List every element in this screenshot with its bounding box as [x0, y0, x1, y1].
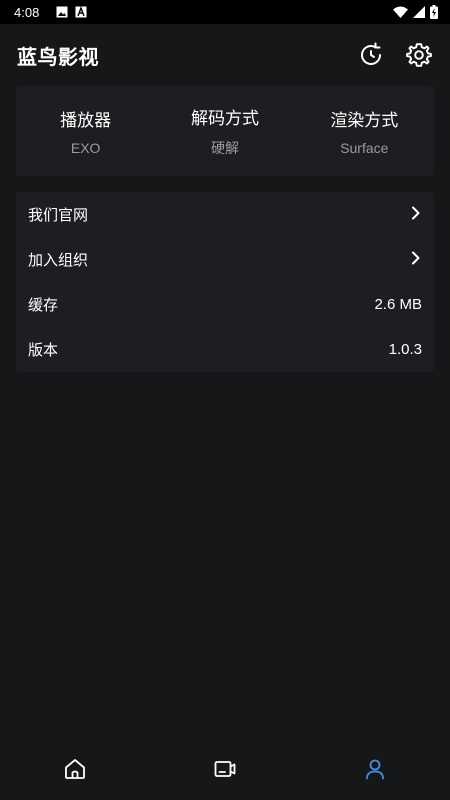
menu-item-label: 我们官网 — [28, 206, 89, 224]
app-title: 蓝鸟影视 — [17, 44, 99, 69]
status-bar: 4:08 — [0, 0, 450, 24]
nav-profile[interactable] — [300, 742, 450, 800]
stat-player-value: EXO — [70, 140, 101, 156]
stat-render[interactable]: 渲染方式 Surface — [295, 86, 434, 176]
stat-decode-label: 解码方式 — [190, 109, 259, 129]
app-header: 蓝鸟影视 — [0, 24, 450, 86]
player-settings-card: 播放器 EXO 解码方式 硬解 渲染方式 Surface — [16, 86, 434, 176]
chevron-right-icon — [410, 205, 422, 224]
gear-icon[interactable] — [405, 41, 433, 69]
status-time: 4:08 — [14, 4, 40, 20]
cache-size-value: 2.6 MB — [374, 296, 422, 313]
nav-home[interactable] — [0, 742, 150, 800]
user-icon — [363, 757, 387, 785]
nav-tv[interactable] — [150, 742, 300, 800]
version-value: 1.0.3 — [388, 341, 422, 358]
menu-item-label: 版本 — [28, 341, 59, 359]
stat-player-label: 播放器 — [60, 111, 112, 131]
menu-item-label: 缓存 — [28, 296, 59, 314]
tv-icon — [213, 757, 237, 785]
menu-item-cache[interactable]: 缓存 2.6 MB — [16, 282, 434, 327]
stat-player[interactable]: 播放器 EXO — [16, 86, 155, 176]
chevron-right-icon — [410, 250, 422, 269]
signal-icon — [413, 6, 425, 18]
image-icon — [56, 6, 68, 18]
wifi-icon — [393, 6, 408, 18]
settings-menu: 我们官网 加入组织 缓存 2.6 MB 版本 1.0.3 — [16, 192, 434, 372]
menu-item-join-group[interactable]: 加入组织 — [16, 237, 434, 282]
bottom-nav — [0, 742, 450, 800]
stat-render-label: 渲染方式 — [330, 111, 399, 131]
stat-decode[interactable]: 解码方式 硬解 — [155, 86, 294, 176]
refresh-icon[interactable] — [357, 41, 385, 69]
menu-item-version[interactable]: 版本 1.0.3 — [16, 327, 434, 372]
battery-charging-icon — [430, 5, 438, 19]
menu-item-website[interactable]: 我们官网 — [16, 192, 434, 237]
stat-render-value: Surface — [340, 140, 389, 156]
a-letter-icon — [75, 6, 87, 18]
home-icon — [63, 757, 87, 785]
stat-decode-value: 硬解 — [210, 140, 239, 156]
menu-item-label: 加入组织 — [28, 251, 89, 269]
